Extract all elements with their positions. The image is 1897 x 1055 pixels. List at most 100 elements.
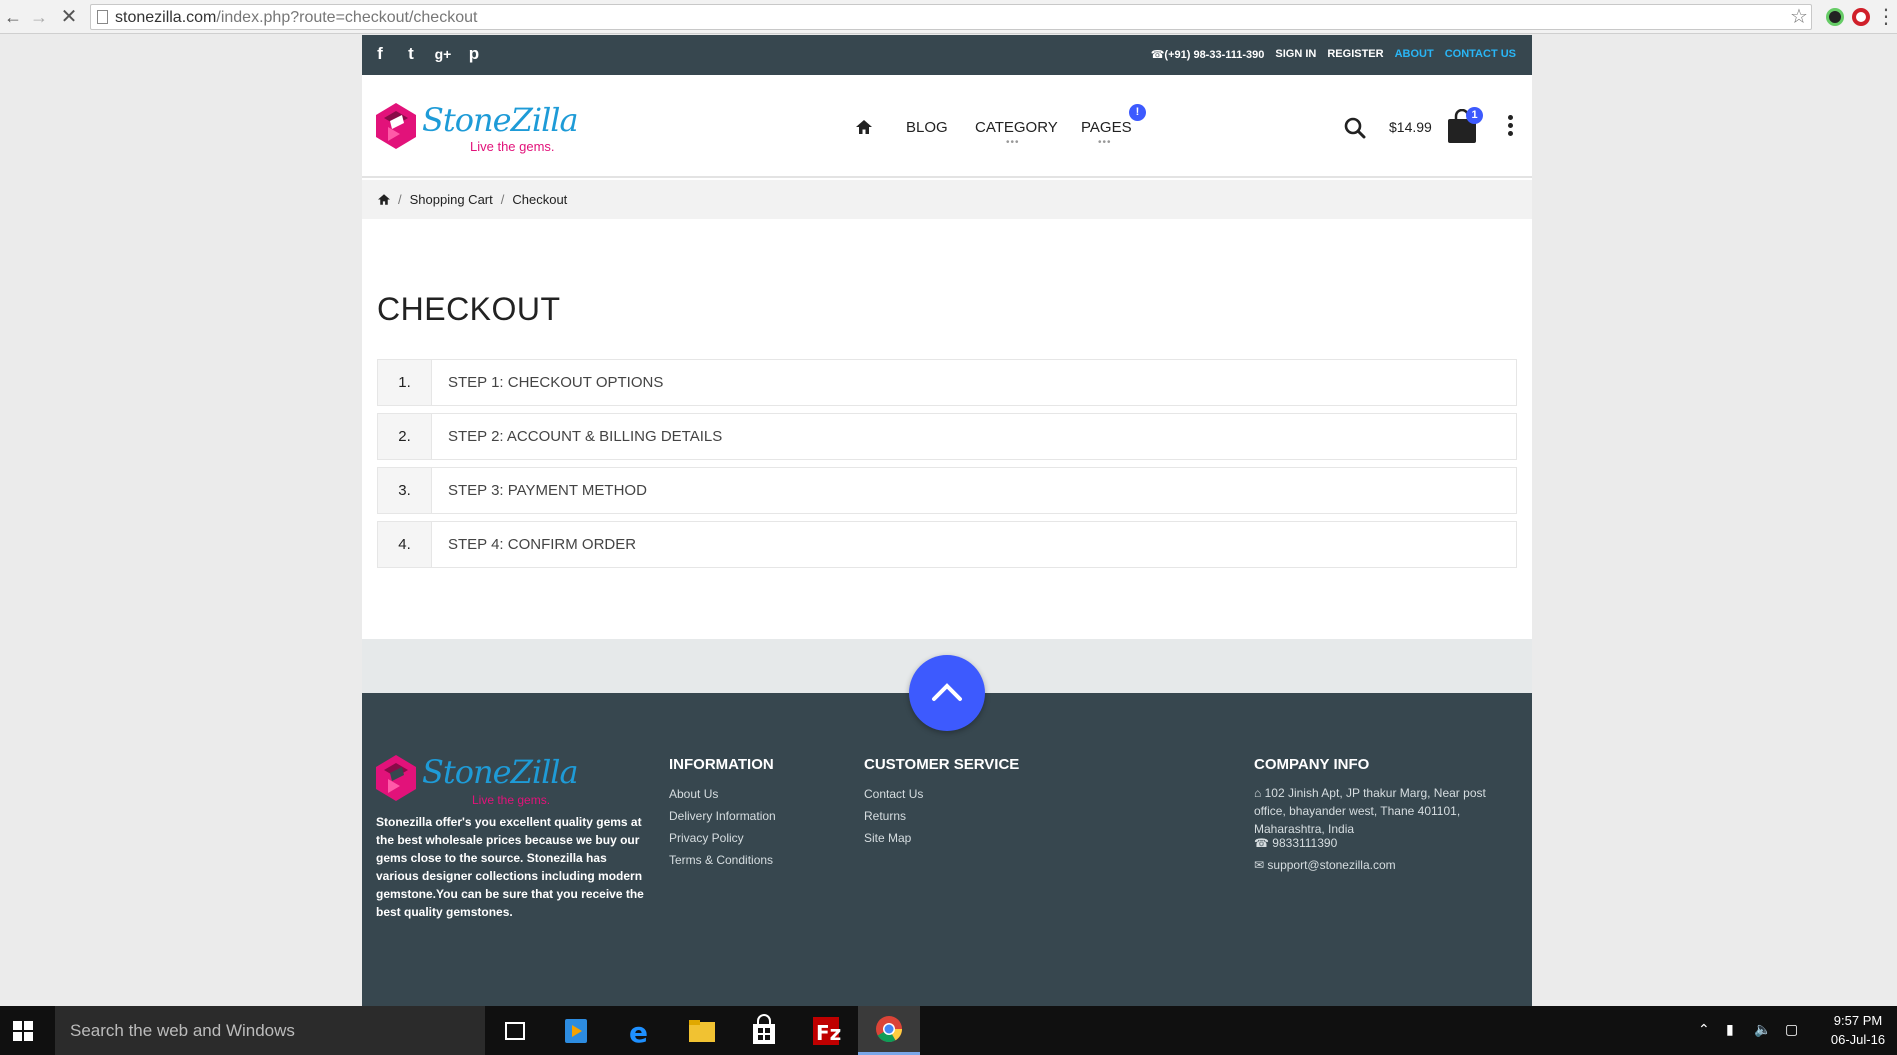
facebook-icon[interactable]: f [369,44,391,64]
svg-text:e: e [629,1016,648,1048]
windows-taskbar: Search the web and Windows e Fz ⌃ ▮ 🔈 ▢ … [0,1006,1897,1055]
step-label: STEP 3: PAYMENT METHOD [448,482,647,499]
breadcrumb-shopping-cart[interactable]: Shopping Cart [410,192,493,207]
footer-about-text: Stonezilla offer's you excellent quality… [376,815,644,919]
site-footer: StoneZilla Live the gems. Stonezilla off… [362,693,1532,1006]
contact-us-link[interactable]: CONTACT US [1445,48,1516,61]
breadcrumb-checkout[interactable]: Checkout [512,192,567,207]
footer-link-contact-us[interactable]: Contact Us [864,787,923,801]
browser-toolbar: ← → ✕ stonezilla.com/index.php?route=che… [0,0,1897,34]
footer-information-heading: INFORMATION [669,756,774,773]
google-plus-icon[interactable]: g+ [432,46,454,62]
footer-link-returns[interactable]: Returns [864,809,906,823]
checkout-step-2[interactable]: 2. STEP 2: ACCOUNT & BILLING DETAILS [377,413,1517,460]
home-icon[interactable] [856,120,872,134]
website: f t g+ p ☎(+91) 98-33-111-390 SIGN IN RE… [362,35,1532,1006]
phone-link[interactable]: ☎(+91) 98-33-111-390 [1151,48,1265,61]
footer-link-terms-conditions[interactable]: Terms & Conditions [669,853,773,867]
store-icon[interactable] [742,1014,786,1048]
taskbar-search-placeholder: Search the web and Windows [70,1021,295,1040]
page-title: CHECKOUT [377,291,561,327]
footer-company-info-heading: COMPANY INFO [1254,756,1370,773]
taskbar-clock[interactable]: 9:57 PM 06-Jul-16 [1828,1011,1888,1049]
back-arrow-icon[interactable]: ← [2,6,24,28]
breadcrumb: / Shopping Cart / Checkout [378,192,567,207]
svg-text:Fz: Fz [816,1021,841,1045]
breadcrumb-home-icon[interactable] [378,194,390,205]
footer-link-privacy-policy[interactable]: Privacy Policy [669,831,744,845]
footer-phone[interactable]: ☎ 9833111390 [1254,836,1337,850]
register-link[interactable]: REGISTER [1327,48,1383,61]
step-label: STEP 4: CONFIRM ORDER [448,536,637,553]
about-link[interactable]: ABOUT [1395,48,1434,61]
footer-company-address: ⌂ 102 Jinish Apt, JP thakur Marg, Near p… [1254,784,1514,838]
twitter-icon[interactable]: t [400,44,422,64]
footer-phone-icon: ☎ [1254,836,1269,850]
bookmark-star-icon[interactable]: ☆ [1790,4,1808,29]
volume-icon[interactable]: 🔈 [1754,1021,1771,1038]
footer-address-text: 102 Jinish Apt, JP thakur Marg, Near pos… [1254,786,1486,836]
pages-dropdown-dots: ••• [1098,137,1112,148]
nav-blog[interactable]: BLOG [906,119,948,136]
chrome-taskbar-button[interactable] [858,1006,920,1055]
edge-browser-icon[interactable]: e [618,1014,662,1049]
task-view-icon[interactable] [493,1014,537,1048]
category-dropdown-dots: ••• [1006,137,1020,148]
search-icon[interactable] [1344,117,1366,139]
filezilla-icon[interactable]: Fz [804,1014,848,1048]
clock-date: 06-Jul-16 [1830,1032,1886,1047]
nav-category[interactable]: CATEGORY [975,119,1058,136]
logo-tagline: Live the gems. [470,139,555,154]
cart-total[interactable]: $14.99 [1389,119,1432,135]
footer-logo-text: StoneZilla [422,753,579,791]
url-text: stonezilla.com/index.php?route=checkout/… [115,9,478,26]
chrome-icon [876,1016,903,1043]
address-home-icon: ⌂ [1254,786,1262,800]
clock-time: 9:57 PM [1833,1013,1883,1028]
step-number: 4. [378,522,432,567]
top-bar: f t g+ p ☎(+91) 98-33-111-390 SIGN IN RE… [362,35,1532,75]
checkout-step-4[interactable]: 4. STEP 4: CONFIRM ORDER [377,521,1517,568]
address-bar[interactable]: stonezilla.com/index.php?route=checkout/… [90,4,1812,30]
cart-count-badge: 1 [1466,107,1483,124]
step-number: 3. [378,468,432,513]
footer-link-delivery-information[interactable]: Delivery Information [669,809,776,823]
footer-logo[interactable]: StoneZilla Live the gems. [376,753,606,809]
step-label: STEP 1: CHECKOUT OPTIONS [448,374,664,391]
checkout-step-3[interactable]: 3. STEP 3: PAYMENT METHOD [377,467,1517,514]
footer-email-icon: ✉ [1254,858,1265,872]
extension-icon[interactable] [1826,8,1844,26]
page-icon [97,10,108,24]
tray-up-chevron-icon[interactable]: ⌃ [1698,1021,1710,1038]
phone-icon: ☎ [1150,49,1165,61]
media-player-icon[interactable] [554,1014,598,1048]
file-explorer-icon[interactable] [680,1014,724,1048]
footer-email[interactable]: ✉ support@stonezilla.com [1254,858,1396,872]
footer-link-site-map[interactable]: Site Map [864,831,911,845]
top-links: ☎(+91) 98-33-111-390 SIGN IN REGISTER AB… [1151,48,1516,61]
battery-icon[interactable]: ▮ [1726,1021,1734,1038]
windows-start-icon[interactable] [13,1021,33,1041]
nav-pages[interactable]: PAGES [1081,119,1132,136]
scroll-to-top-button[interactable] [909,655,985,731]
breadcrumb-separator: / [398,192,402,207]
site-logo[interactable]: StoneZilla Live the gems. [376,101,606,157]
footer-customer-service-heading: CUSTOMER SERVICE [864,756,1020,773]
notifications-icon[interactable]: ▢ [1785,1021,1798,1038]
footer-link-about-us[interactable]: About Us [669,787,718,801]
step-number: 1. [378,360,432,405]
step-label: STEP 2: ACCOUNT & BILLING DETAILS [448,428,723,445]
pinterest-icon[interactable]: p [463,44,485,64]
stop-loading-icon[interactable]: ✕ [58,6,80,28]
browser-menu-icon[interactable]: ⋮ [1876,4,1896,29]
chevron-up-icon [932,683,962,701]
logo-text: StoneZilla [422,101,579,139]
taskbar-search-box[interactable]: Search the web and Windows [55,1006,485,1055]
forward-arrow-icon[interactable]: → [28,6,50,28]
opera-extension-icon[interactable] [1852,8,1870,26]
footer-logo-gem-icon [376,755,416,801]
checkout-step-1[interactable]: 1. STEP 1: CHECKOUT OPTIONS [377,359,1517,406]
step-number: 2. [378,414,432,459]
more-options-icon[interactable] [1508,115,1514,139]
sign-in-link[interactable]: SIGN IN [1275,48,1316,61]
